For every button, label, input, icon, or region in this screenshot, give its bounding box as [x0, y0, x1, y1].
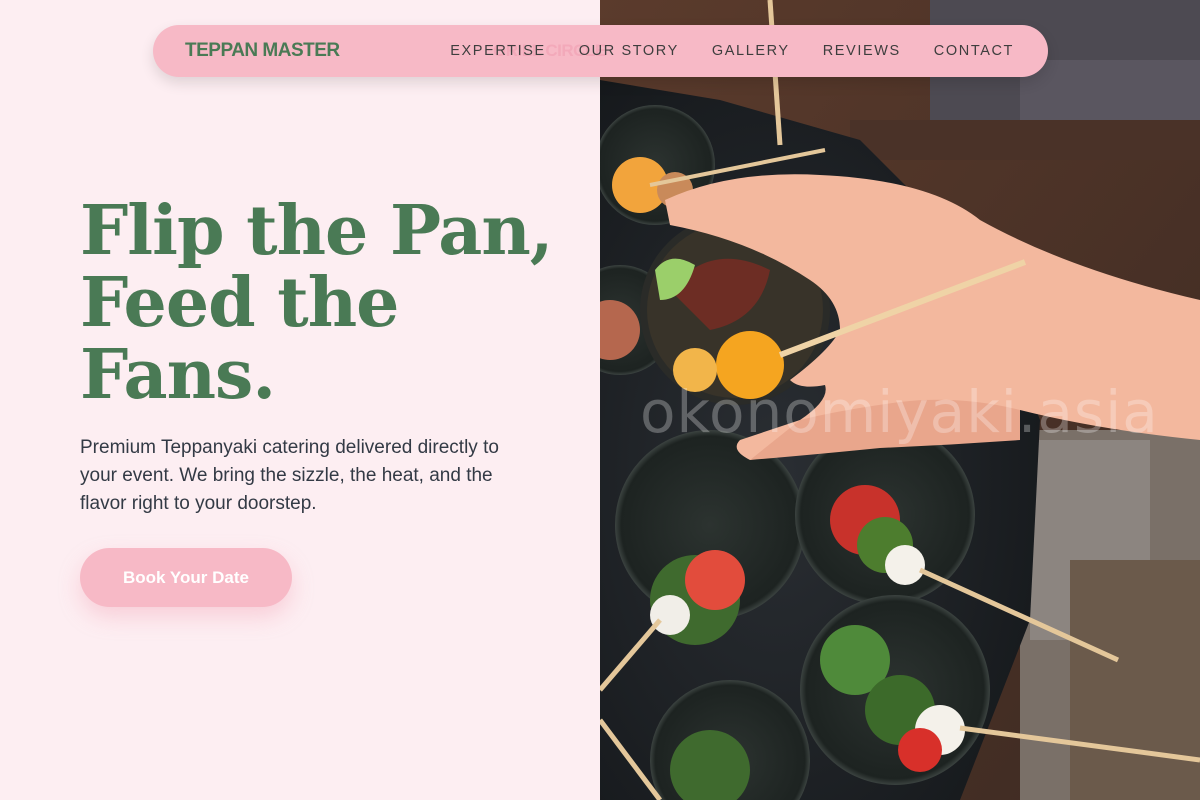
hero-subtext: Premium Teppanyaki catering delivered di…	[80, 437, 499, 514]
hero-photo: okonomiyaki.asia	[600, 0, 1200, 800]
top-navigation-bar: TEPPAN MASTER GRILL CIRCLE EXPERTISE OUR…	[153, 25, 1048, 77]
nav-links: EXPERTISE OUR STORY GALLERY REVIEWS CONT…	[450, 25, 1014, 77]
nav-link-contact[interactable]: CONTACT	[934, 43, 1014, 59]
headline-line-2: Feed the	[80, 263, 399, 343]
nav-link-our-story[interactable]: OUR STORY	[579, 43, 679, 59]
brand-logo-text[interactable]: TEPPAN MASTER	[185, 40, 340, 62]
headline-line-3: Fans.	[80, 335, 276, 415]
nav-link-reviews[interactable]: REVIEWS	[823, 43, 901, 59]
headline-line-1: Flip the Pan,	[80, 191, 553, 271]
nav-link-gallery[interactable]: GALLERY	[712, 43, 790, 59]
book-your-date-button[interactable]: Book Your Date	[80, 548, 292, 607]
hero-headline: Flip the Pan, Feed the Fans.	[80, 195, 580, 411]
photo-watermark: okonomiyaki.asia	[640, 378, 1159, 446]
nav-link-expertise[interactable]: EXPERTISE	[450, 43, 546, 59]
